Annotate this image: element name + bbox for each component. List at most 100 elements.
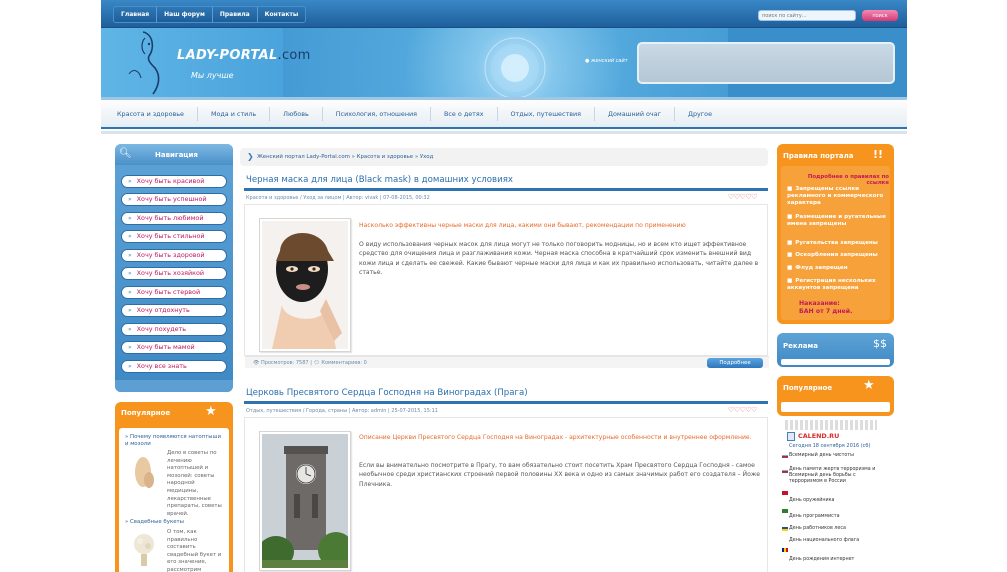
rule-text: Ругательства запрещены (795, 240, 878, 246)
read-more-button[interactable]: Подробнее (707, 358, 763, 368)
double-chevron-icon: » (128, 307, 132, 314)
popular-left-text-2: О том, как правильно составить свадебный… (167, 529, 222, 572)
logo-domain-text: .com (277, 48, 311, 63)
popular-left-link-1[interactable]: » Почему появляются натоптыши и мозоли (125, 434, 225, 448)
article-views: Просмотров: 7587 (260, 360, 309, 366)
double-chevron-icon: » (128, 215, 132, 222)
double-chevron-icon: » (128, 289, 132, 296)
navigation-title-bar: 🔍︎ Навигация (115, 144, 233, 165)
rule-text: Запрещены ссылки рекламного и коммерческ… (787, 186, 884, 206)
bullet-icon: ■ (787, 186, 793, 192)
globe-icon (782, 509, 788, 513)
calendar-event[interactable]: Всемирный день чистоты (789, 453, 889, 459)
nav-item-rest[interactable]: » Хочу отдохнуть (121, 304, 227, 317)
navigation-title: Навигация (155, 151, 198, 159)
bullet-icon: ■ (787, 240, 793, 246)
nav-item-bitch[interactable]: » Хочу быть стервой (121, 286, 227, 299)
advertising-body (781, 359, 890, 365)
main-content: ❯ Женский портал Lady-Portal.com » Красо… (240, 148, 769, 572)
russia-flag-icon (782, 454, 788, 458)
nav-item-label: Хочу все знать (136, 362, 187, 370)
article-thumbnail[interactable] (259, 431, 351, 571)
rule-item: ■ Флуд запрещен (787, 265, 887, 272)
calendar-title[interactable]: CALEND.RU (798, 432, 839, 440)
rating-hearts-icon[interactable]: ♡♡♡♡♡ (728, 193, 757, 201)
rating-hearts-icon[interactable]: ♡♡♡♡♡ (728, 406, 757, 414)
article-title[interactable]: Черная маска для лица (Black mask) в дом… (246, 175, 513, 185)
calendar-date[interactable]: Сегодня 18 сентября 2016 (сб) (789, 443, 870, 449)
nav-item-mother[interactable]: » Хочу быть мамой (121, 341, 227, 354)
popular-left-text-1: Дело в советы по лечению натоптышей и мо… (167, 450, 222, 517)
nav-item-label: Хочу быть успешной (136, 195, 207, 203)
article-body: Описание Церкви Пресвятого Сердца Господ… (244, 417, 768, 572)
calendar-event[interactable]: День национального флага (789, 538, 889, 544)
dollar-icon: $$ (873, 337, 887, 350)
nav-item-loved[interactable]: » Хочу быть любимой (121, 212, 227, 225)
category-children[interactable]: Все о детях (431, 107, 498, 121)
rules-subtitle-link[interactable]: Подробнее о правилах по ссылке (789, 174, 889, 186)
category-home[interactable]: Домашний очаг (595, 107, 675, 121)
article-comments[interactable]: Комментариев: 0 (321, 360, 366, 366)
nav-item-lose-weight[interactable]: » Хочу похудеть (121, 323, 227, 336)
article-title[interactable]: Церковь Пресвятого Сердца Господня на Ви… (246, 388, 528, 398)
church-photo (262, 434, 348, 568)
category-psychology[interactable]: Психология, отношения (323, 107, 432, 121)
double-chevron-icon: » (128, 196, 132, 203)
feet-photo (127, 450, 161, 490)
article-text: Если вы внимательно посмотрите в Прагу, … (359, 462, 761, 488)
category-fashion[interactable]: Мода и стиль (198, 107, 271, 121)
category-other[interactable]: Другое (675, 107, 725, 121)
article-stats: 👁︎ Просмотров: 7587 | 💬︎ Комментариев: 0 (253, 360, 367, 366)
double-chevron-icon: » (128, 252, 132, 259)
topnav-forum[interactable]: Наш форум (157, 7, 213, 22)
breadcrumb-text[interactable]: Женский портал Lady-Portal.com » Красота… (257, 154, 433, 160)
nav-item-label: Хочу быть стильной (136, 232, 205, 240)
rule-item: ■ Регистрация нескольких аккаунтов запрещ… (787, 278, 887, 292)
site-logo[interactable]: LADY-PORTAL.com (177, 48, 311, 63)
rule-text: Регистрация нескольких аккаунтов запреще… (787, 278, 876, 291)
nav-item-beautiful[interactable]: » Хочу быть красивой (121, 175, 227, 188)
star-icon: ★ (863, 378, 875, 393)
category-love[interactable]: Любовь (270, 107, 323, 121)
calendar-event[interactable]: День оружейника (789, 498, 889, 504)
popular-left-link-2[interactable]: » Свадебные букеты (125, 519, 225, 526)
popular-left-title: Популярное (121, 409, 171, 417)
article-title-bar (244, 188, 768, 191)
topnav-home[interactable]: Главная (114, 7, 158, 22)
category-travel[interactable]: Отдых, путешествия (498, 107, 595, 121)
header-ad-box[interactable] (637, 42, 895, 84)
nav-item-know-all[interactable]: » Хочу все знать (121, 360, 227, 373)
header-divider (101, 97, 907, 100)
nav-item-healthy[interactable]: » Хочу быть здоровой (121, 249, 227, 262)
topnav-rules[interactable]: Правила (213, 7, 258, 22)
header-banner: LADY-PORTAL.com Мы лучше ● женский сайт (101, 28, 907, 98)
popular-left-body: » Почему появляются натоптыши и мозоли Д… (119, 428, 229, 572)
search-button[interactable]: поиск (862, 10, 898, 21)
calendar-event[interactable]: День программиста (789, 514, 889, 520)
nav-item-stylish[interactable]: » Хочу быть стильной (121, 230, 227, 243)
calendar-strip (785, 420, 877, 430)
calendar-event[interactable]: День работников леса (789, 526, 889, 532)
double-chevron-icon: » (128, 344, 132, 351)
nav-item-successful[interactable]: » Хочу быть успешной (121, 193, 227, 206)
rule-item: ■ Оскорбления запрещены (787, 252, 887, 259)
double-chevron-icon: » (128, 363, 132, 370)
ukraine-flag-icon (782, 527, 788, 531)
rule-item: ■ Запрещены ссылки рекламного и коммерчес… (787, 186, 887, 207)
calendar-event[interactable]: День памяти жертв терроризма и Всемирный… (789, 467, 889, 485)
calendar-event[interactable]: День рождения интернет (789, 557, 889, 563)
magnifier-icon: 🔍︎ (119, 148, 132, 159)
search-input[interactable] (758, 10, 856, 21)
popular-right-title: Популярное (783, 384, 833, 392)
rules-title: Правила портала (783, 152, 854, 160)
nav-item-label: Хочу быть хозяйкой (136, 269, 205, 277)
nav-item-label: Хочу быть стервой (136, 288, 201, 296)
logo-main-text: LADY-PORTAL (177, 48, 278, 63)
category-beauty-health[interactable]: Красота и здоровье (104, 107, 198, 121)
top-navigation: Главная Наш форум Правила Контакты (113, 6, 307, 23)
article-thumbnail[interactable] (259, 218, 351, 352)
popular-left-block: Популярное ★ » Почему появляются натопты… (115, 402, 233, 572)
topnav-contacts[interactable]: Контакты (258, 7, 306, 22)
nav-item-housewife[interactable]: » Хочу быть хозяйкой (121, 267, 227, 280)
advertising-title: Реклама (783, 342, 818, 350)
